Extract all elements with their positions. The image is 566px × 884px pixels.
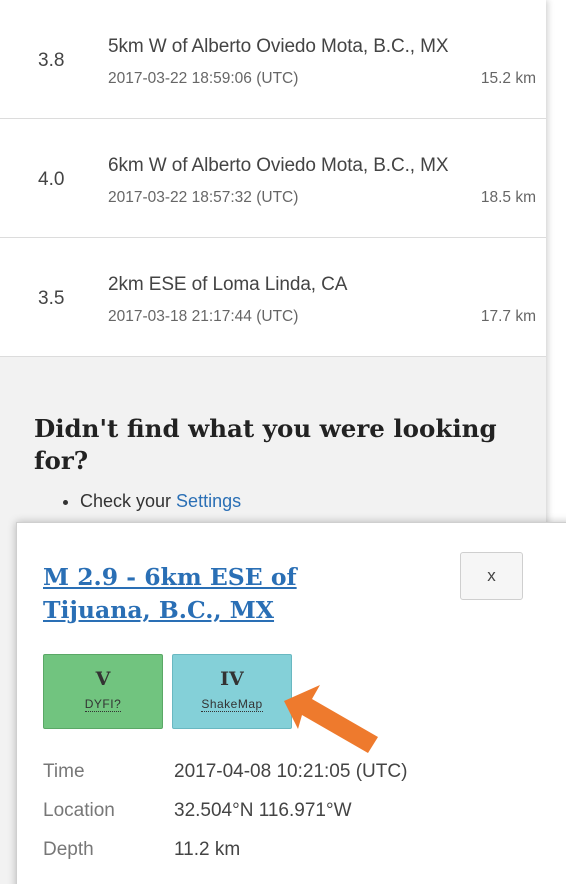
earthquake-list-item[interactable]: 3.5 2km ESE of Loma Linda, CA 2017-03-18… (0, 238, 546, 357)
quake-magnitude: 3.5 (38, 288, 65, 309)
quake-magnitude: 4.0 (38, 169, 65, 190)
help-item-text: Check your (80, 491, 177, 511)
detail-value: 32.504°N 116.971°W (174, 800, 352, 821)
event-title-link[interactable]: M 2.9 - 6km ESE of Tijuana, B.C., MX (43, 561, 403, 627)
quake-time: 2017-03-18 21:17:44 (UTC) (108, 308, 299, 325)
detail-label: Time (43, 761, 85, 782)
detail-label: Location (43, 800, 115, 821)
earthquake-list-item[interactable]: 3.8 5km W of Alberto Oviedo Mota, B.C., … (0, 0, 546, 119)
quake-place: 2km ESE of Loma Linda, CA (108, 274, 348, 295)
page: 3.8 5km W of Alberto Oviedo Mota, B.C., … (0, 0, 566, 884)
earthquake-list: 3.8 5km W of Alberto Oviedo Mota, B.C., … (0, 0, 546, 357)
help-title: Didn't find what you were looking for? (34, 414, 497, 475)
detail-label: Depth (43, 839, 94, 860)
settings-link[interactable]: Settings (176, 491, 241, 511)
quake-place: 5km W of Alberto Oviedo Mota, B.C., MX (108, 36, 449, 57)
quake-magnitude: 3.8 (38, 50, 65, 71)
dyfi-label: DYFI? (84, 697, 122, 712)
dyfi-intensity: V (95, 668, 111, 690)
detail-value: 2017-04-08 10:21:05 (UTC) (174, 761, 408, 782)
quake-depth: 17.7 km (480, 308, 536, 325)
dyfi-badge[interactable]: V DYFI? (43, 654, 163, 729)
shakemap-badge[interactable]: IV ShakeMap (172, 654, 292, 729)
help-section: Didn't find what you were looking for? C… (0, 357, 546, 512)
help-list-item: Check your Settings (80, 491, 512, 512)
shakemap-intensity: IV (220, 668, 244, 690)
detail-value: 11.2 km (174, 839, 241, 860)
quake-time: 2017-03-22 18:59:06 (UTC) (108, 70, 299, 87)
quake-depth: 18.5 km (480, 189, 536, 206)
arrow-pointer-icon (284, 685, 378, 753)
quake-time: 2017-03-22 18:57:32 (UTC) (108, 189, 299, 206)
quake-depth: 15.2 km (480, 70, 536, 87)
earthquake-list-item[interactable]: 4.0 6km W of Alberto Oviedo Mota, B.C., … (0, 119, 546, 238)
close-button[interactable]: x (460, 552, 523, 600)
quake-place: 6km W of Alberto Oviedo Mota, B.C., MX (108, 155, 449, 176)
help-list: Check your Settings (34, 491, 512, 512)
shakemap-label: ShakeMap (201, 697, 263, 712)
